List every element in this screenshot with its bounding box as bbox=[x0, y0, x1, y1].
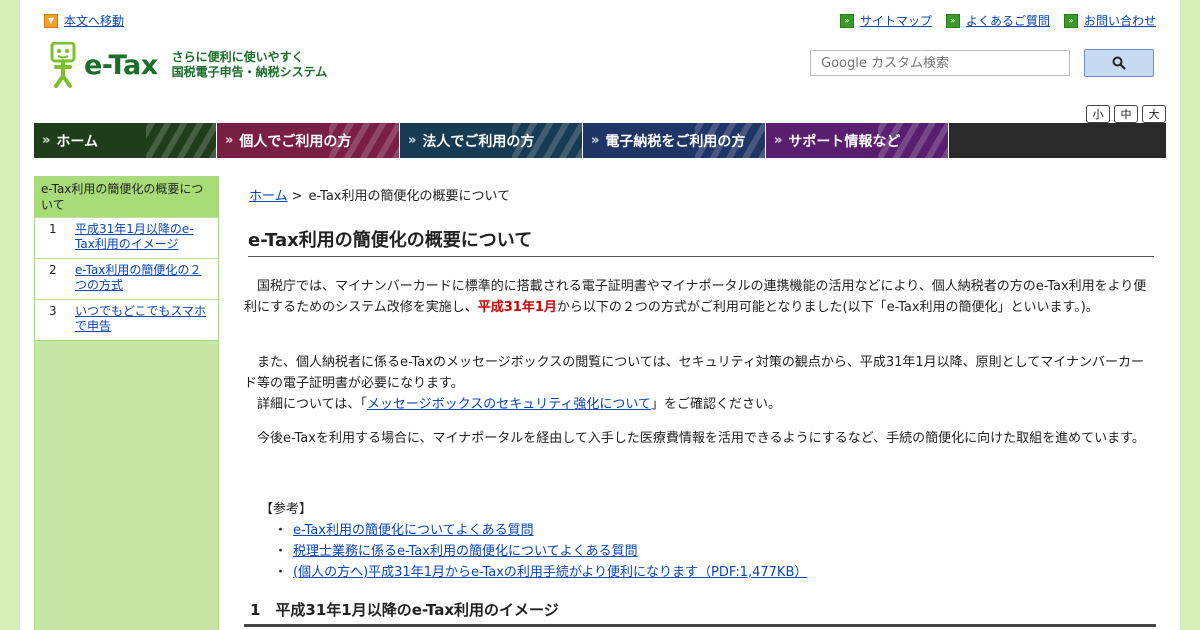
etax-mascot-icon bbox=[50, 42, 76, 88]
sidebar-item-number: 1 bbox=[49, 222, 57, 236]
font-size-small-button[interactable]: 小 bbox=[1086, 105, 1110, 123]
tab-corporate[interactable]: » 法人でご利用の方 bbox=[400, 123, 583, 158]
sidebar-item: 2 e-Tax利用の簡便化の２つの方式 bbox=[35, 258, 218, 299]
util-contact: » お問い合わせ bbox=[1063, 12, 1156, 29]
font-size-medium-button[interactable]: 中 bbox=[1114, 105, 1138, 123]
sidebar-item-link[interactable]: e-Tax利用の簡便化の２つの方式 bbox=[75, 263, 212, 293]
font-size-controls: 小 中 大 bbox=[1086, 105, 1166, 123]
tab-corporate-label: 法人でご利用の方 bbox=[422, 133, 535, 150]
reference-link[interactable]: 税理士業務に係るe-Tax利用の簡便化についてよくある質問 bbox=[293, 544, 638, 559]
sidebar-item-link[interactable]: いつでもどこでもスマホで申告 bbox=[75, 304, 212, 334]
sidebar-item: 1 平成31年1月以降のe-Tax利用のイメージ bbox=[35, 217, 218, 258]
chevron-right-icon: » bbox=[225, 133, 234, 148]
tab-support-label: サポート情報など bbox=[788, 133, 901, 150]
sidebar-item-number: 3 bbox=[49, 304, 57, 318]
page: ▼ 本文へ移動 » サイトマップ » よくあるご質問 » お問い合わせ e-Ta… bbox=[20, 0, 1180, 630]
message-box-paragraph: また、個人納税者に係るe-Taxのメッセージボックスの閲覧については、セキュリテ… bbox=[244, 355, 1145, 391]
breadcrumb-home-link[interactable]: ホーム bbox=[249, 189, 288, 204]
tab-individual-label: 個人でご利用の方 bbox=[239, 133, 352, 150]
tab-home[interactable]: » ホーム bbox=[34, 123, 217, 158]
reference-link[interactable]: (個人の方へ)平成31年1月からe-Taxの利用手続がより便利になります（PDF… bbox=[293, 565, 807, 580]
tab-home-label: ホーム bbox=[56, 133, 98, 150]
search-input[interactable] bbox=[810, 50, 1070, 76]
reference-item: ・ e-Tax利用の簡便化についてよくある質問 bbox=[260, 520, 807, 541]
tagline-line2: 国税電子申告・納税システム bbox=[171, 65, 328, 79]
tab-e-payment[interactable]: » 電子納税をご利用の方 bbox=[583, 123, 766, 158]
chevron-right-icon: » bbox=[774, 133, 783, 148]
orange-arrow-icon: ▼ bbox=[44, 13, 58, 28]
chevron-right-icon: » bbox=[591, 133, 600, 148]
bullet-icon: ・ bbox=[274, 544, 288, 559]
util-faq: » よくあるご質問 bbox=[945, 12, 1050, 29]
green-arrow-icon: » bbox=[945, 13, 960, 28]
breadcrumb-separator: > bbox=[291, 189, 303, 204]
chevron-right-icon: » bbox=[408, 133, 417, 148]
tab-stripes bbox=[146, 123, 216, 158]
reference-item: ・税理士業務に係るe-Tax利用の簡便化についてよくある質問 bbox=[260, 541, 807, 562]
details-paragraph: 詳細については、「メッセージボックスのセキュリティ強化について」をご確認ください… bbox=[244, 394, 1156, 415]
skip-to-content: ▼ 本文へ移動 bbox=[44, 12, 124, 29]
search-bar bbox=[810, 49, 1154, 77]
green-arrow-icon: » bbox=[839, 13, 854, 28]
section-heading: 1 平成31年1月以降のe-Tax利用のイメージ bbox=[244, 599, 1156, 627]
details-text-a: 詳細については、「 bbox=[244, 397, 367, 412]
future-paragraph: 今後e-Taxを利用する場合に、マイナポータルを経由して入手した医療費情報を活用… bbox=[244, 431, 1145, 446]
utility-links: » サイトマップ » よくあるご質問 » お問い合わせ bbox=[839, 12, 1156, 29]
chevron-right-icon: » bbox=[42, 133, 51, 148]
tagline-line1: さらに便利に使いやすく bbox=[171, 50, 304, 64]
contact-link[interactable]: お問い合わせ bbox=[1084, 12, 1156, 29]
sidebar-item-number: 2 bbox=[49, 263, 57, 277]
sidebar-heading: e-Tax利用の簡便化の概要について bbox=[35, 177, 218, 217]
details-text-b: 」をご確認ください。 bbox=[651, 397, 782, 412]
tagline: さらに便利に使いやすく 国税電子申告・納税システム bbox=[172, 50, 328, 80]
site-logo[interactable]: e-Tax さらに便利に使いやすく 国税電子申告・納税システム bbox=[50, 42, 327, 88]
breadcrumb-current: e-Tax利用の簡便化の概要について bbox=[308, 189, 511, 204]
green-arrow-icon: » bbox=[1063, 13, 1078, 28]
references: 【参考】 ・ e-Tax利用の簡便化についてよくある質問 ・税理士業務に係るe-T… bbox=[260, 499, 807, 583]
sidebar-item-link[interactable]: 平成31年1月以降のe-Tax利用のイメージ bbox=[75, 222, 212, 252]
util-sitemap: » サイトマップ bbox=[839, 12, 932, 29]
tab-individual[interactable]: » 個人でご利用の方 bbox=[217, 123, 400, 158]
search-icon bbox=[1112, 56, 1126, 70]
tab-e-payment-label: 電子納税をご利用の方 bbox=[605, 133, 746, 150]
bullet-icon: ・ bbox=[274, 565, 288, 580]
global-nav: » ホーム » 個人でご利用の方 » 法人でご利用の方 » 電子納税をご利用の方… bbox=[34, 123, 1166, 158]
sidebar: e-Tax利用の簡便化の概要について 1 平成31年1月以降のe-Tax利用のイ… bbox=[34, 176, 219, 630]
logo-wordmark: e-Tax bbox=[84, 49, 158, 81]
bullet-icon: ・ bbox=[274, 523, 288, 538]
page-title: e-Tax利用の簡便化の概要について bbox=[248, 226, 1154, 257]
security-link[interactable]: メッセージボックスのセキュリティ強化について bbox=[367, 397, 651, 412]
sitemap-link[interactable]: サイトマップ bbox=[860, 12, 932, 29]
intro-text-b: から以下の２つの方式がご利用可能となりました(以下「e-Tax利用の簡便化」とい… bbox=[556, 300, 1099, 315]
references-heading: 【参考】 bbox=[260, 502, 313, 517]
tab-support[interactable]: » サポート情報など bbox=[766, 123, 949, 158]
highlight-date: 平成31年1月 bbox=[477, 300, 557, 315]
search-button[interactable] bbox=[1084, 49, 1154, 77]
font-size-large-button[interactable]: 大 bbox=[1142, 105, 1166, 123]
faq-link[interactable]: よくあるご質問 bbox=[966, 12, 1050, 29]
skip-to-content-link[interactable]: 本文へ移動 bbox=[64, 12, 124, 29]
sidebar-item: 3 いつでもどこでもスマホで申告 bbox=[35, 299, 218, 340]
breadcrumb: ホーム > e-Tax利用の簡便化の概要について bbox=[249, 185, 510, 204]
intro-paragraph: 国税庁では、マイナンバーカードに標準的に搭載される電子証明書やマイナポータルの連… bbox=[244, 276, 1156, 318]
reference-link[interactable]: e-Tax利用の簡便化についてよくある質問 bbox=[293, 523, 534, 538]
sidebar-list: 1 平成31年1月以降のe-Tax利用のイメージ 2 e-Tax利用の簡便化の２… bbox=[35, 217, 218, 341]
reference-item: ・ (個人の方へ)平成31年1月からe-Taxの利用手続がより便利になります（PD… bbox=[260, 562, 807, 583]
